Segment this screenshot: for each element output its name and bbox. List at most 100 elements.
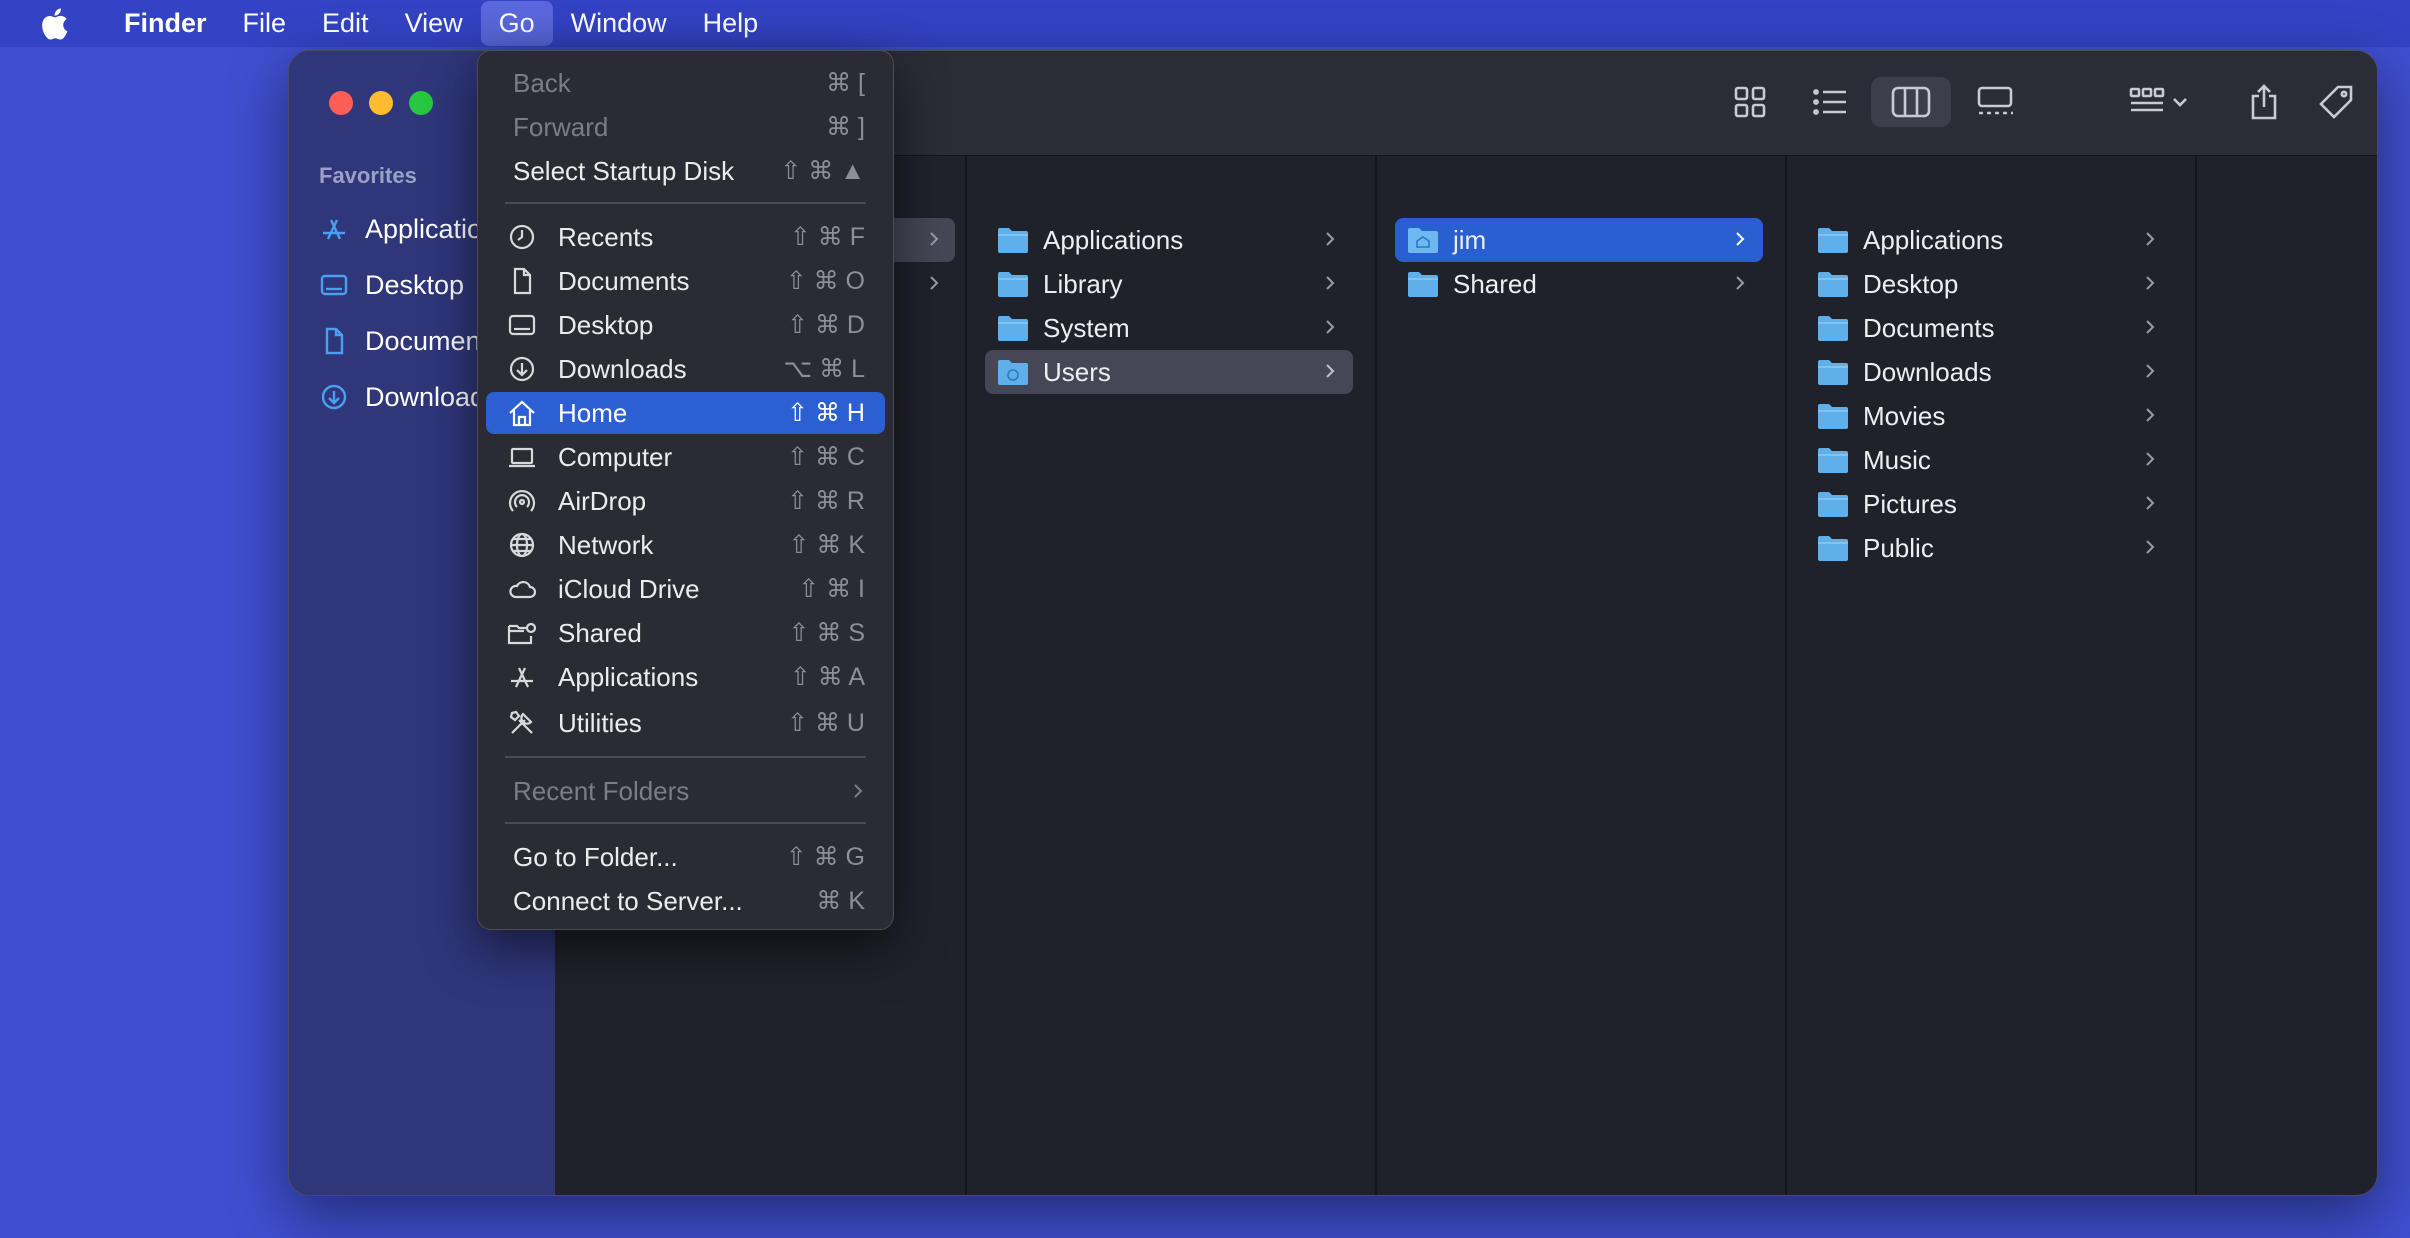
- menu-item-computer[interactable]: Computer ⇧ ⌘ C: [486, 436, 885, 478]
- menu-item-recents[interactable]: Recents ⇧ ⌘ F: [486, 216, 885, 258]
- sidebar-item-label: Desktop: [365, 269, 465, 300]
- menu-item-shortcut: ⇧ ⌘ I: [798, 575, 865, 603]
- chevron-right-icon: [2146, 540, 2155, 554]
- folder-icon: [1408, 272, 1438, 297]
- list-item-desktop[interactable]: Desktop: [1805, 262, 2173, 306]
- menu-separator: [505, 202, 866, 204]
- menu-item-shortcut: ⇧ ⌘ ▲: [780, 157, 865, 185]
- list-item-documents[interactable]: Documents: [1805, 306, 2173, 350]
- gallery-view-button[interactable]: [1965, 77, 2025, 127]
- menu-item-documents[interactable]: Documents ⇧ ⌘ O: [486, 260, 885, 302]
- menu-item-select-startup-disk[interactable]: Select Startup Disk ⇧ ⌘ ▲: [486, 150, 885, 192]
- minimize-button[interactable]: [369, 91, 393, 115]
- apple-logo-icon[interactable]: [36, 6, 72, 42]
- zoom-button[interactable]: [409, 91, 433, 115]
- list-item-applications[interactable]: Applications: [985, 218, 1353, 262]
- menu-item-desktop[interactable]: Desktop ⇧ ⌘ D: [486, 304, 885, 346]
- menu-item-shortcut: ⌥ ⌘ L: [783, 355, 865, 383]
- menu-edit[interactable]: Edit: [304, 1, 387, 46]
- list-item-label: Documents: [1863, 312, 1995, 343]
- list-item-jim[interactable]: jim: [1395, 218, 1763, 262]
- menu-item-go-to-folder[interactable]: Go to Folder... ⇧ ⌘ G: [486, 836, 885, 878]
- folder-icon: [1818, 536, 1848, 561]
- menu-item-label: Home: [558, 397, 628, 428]
- menu-item-home[interactable]: Home ⇧ ⌘ H: [486, 392, 885, 434]
- list-item-system[interactable]: System: [985, 306, 1353, 350]
- menu-item-forward[interactable]: Forward ⌘ ]: [486, 106, 885, 148]
- share-icon: [2251, 84, 2277, 120]
- folder-icon: [1818, 316, 1848, 341]
- menu-item-shortcut: ⌘ [: [826, 69, 865, 97]
- menu-go[interactable]: Go: [480, 1, 553, 46]
- folder-icon: [1818, 492, 1848, 517]
- list-item-label: System: [1043, 312, 1130, 343]
- menu-item-label: Utilities: [558, 707, 642, 738]
- list-item-shared[interactable]: Shared: [1395, 262, 1763, 306]
- list-item-users[interactable]: Users: [985, 350, 1353, 394]
- menu-app-finder[interactable]: Finder: [106, 1, 225, 46]
- menu-item-shortcut: ⇧ ⌘ H: [787, 399, 865, 427]
- menu-item-label: Network: [558, 529, 654, 560]
- go-menu: Back ⌘ [ Forward ⌘ ] Select Startup Disk…: [477, 50, 894, 930]
- chevron-right-icon: [1736, 232, 1745, 246]
- folder-icon: [1818, 360, 1848, 385]
- menu-item-label: Recents: [558, 221, 654, 252]
- menu-item-connect-to-server[interactable]: Connect to Server... ⌘ K: [486, 880, 885, 922]
- chevron-right-icon: [2146, 364, 2155, 378]
- list-item-label: jim: [1453, 224, 1487, 255]
- chevron-right-icon: [1326, 320, 1335, 334]
- menu-item-shortcut: ⇧ ⌘ C: [787, 443, 865, 471]
- menu-item-network[interactable]: Network ⇧ ⌘ K: [486, 524, 885, 566]
- menu-item-label: Documents: [558, 265, 690, 296]
- list-item-label: Music: [1863, 444, 1931, 475]
- folder-icon: [998, 316, 1028, 341]
- menu-item-label: Computer: [558, 441, 673, 472]
- menu-item-recent-folders[interactable]: Recent Folders: [486, 770, 885, 812]
- desktop-icon: [508, 314, 536, 336]
- close-button[interactable]: [329, 91, 353, 115]
- list-item-label: Movies: [1863, 400, 1946, 431]
- menu-item-shortcut: ⇧ ⌘ A: [789, 663, 865, 691]
- list-item-downloads[interactable]: Downloads: [1805, 350, 2173, 394]
- column-view-button[interactable]: [1871, 77, 1951, 127]
- menu-item-utilities[interactable]: Utilities ⇧ ⌘ U: [486, 702, 885, 744]
- menu-item-airdrop[interactable]: AirDrop ⇧ ⌘ R: [486, 480, 885, 522]
- list-item-pictures[interactable]: Pictures: [1805, 482, 2173, 526]
- airdrop-icon: [508, 489, 536, 512]
- list-item-library[interactable]: Library: [985, 262, 1353, 306]
- cloud-icon: [509, 580, 537, 599]
- chevron-right-icon: [2146, 232, 2155, 246]
- grid-icon: [1734, 86, 1766, 118]
- download-icon: [509, 356, 535, 382]
- menu-view[interactable]: View: [387, 1, 481, 46]
- menu-item-back[interactable]: Back ⌘ [: [486, 62, 885, 104]
- list-item-label: Downloads: [1863, 356, 1992, 387]
- tag-button[interactable]: [2311, 77, 2361, 127]
- download-icon: [321, 384, 347, 410]
- menu-help[interactable]: Help: [685, 1, 777, 46]
- group-button[interactable]: [2121, 77, 2201, 127]
- share-button[interactable]: [2239, 77, 2289, 127]
- menu-item-label: iCloud Drive: [558, 573, 700, 604]
- menu-item-shortcut: ⇧ ⌘ D: [787, 311, 865, 339]
- list-item-applications[interactable]: Applications: [1805, 218, 2173, 262]
- menu-item-shared[interactable]: Shared ⇧ ⌘ S: [486, 612, 885, 654]
- menu-file[interactable]: File: [225, 1, 305, 46]
- home-icon: [509, 400, 535, 427]
- menu-item-shortcut: ⇧ ⌘ R: [787, 487, 865, 515]
- menu-item-applications[interactable]: Applications ⇧ ⌘ A: [486, 656, 885, 698]
- folder-icon: [998, 272, 1028, 297]
- desktop-icon: [320, 274, 348, 296]
- menu-window[interactable]: Window: [553, 1, 685, 46]
- menu-item-shortcut: ⇧ ⌘ K: [788, 531, 865, 559]
- list-item-movies[interactable]: Movies: [1805, 394, 2173, 438]
- list-item-public[interactable]: Public: [1805, 526, 2173, 570]
- icon-view-button[interactable]: [1725, 77, 1775, 127]
- menu-item-icloud-drive[interactable]: iCloud Drive ⇧ ⌘ I: [486, 568, 885, 610]
- list-item-label: Desktop: [1863, 268, 1959, 299]
- list-view-button[interactable]: [1805, 77, 1855, 127]
- list-item-music[interactable]: Music: [1805, 438, 2173, 482]
- list-item-label: Users: [1043, 356, 1111, 387]
- list-item-label: Applications: [1863, 224, 2004, 255]
- menu-item-downloads[interactable]: Downloads ⌥ ⌘ L: [486, 348, 885, 390]
